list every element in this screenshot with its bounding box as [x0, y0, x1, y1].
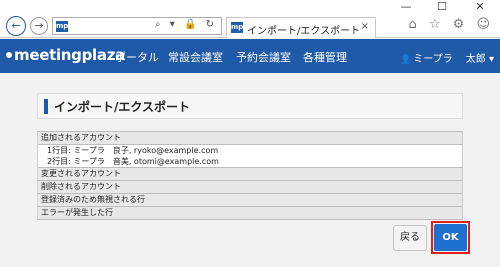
section-ignored-rows: 登録済みのため無視される行 — [37, 194, 463, 207]
nav-permanent-rooms[interactable]: 常設会議室 — [168, 49, 223, 65]
window-titlebar: — ☐ ✕ — [0, 0, 500, 14]
app-navbar: meetingplaza ポータル 常設会議室 予約会議室 各種管理 👤 ミープラ… — [0, 39, 500, 73]
tab-favicon: mp — [231, 22, 244, 33]
site-favicon: mp — [56, 21, 69, 32]
tab-close-icon[interactable]: × — [361, 21, 369, 32]
user-dropdown[interactable]: 太郎 ▾ — [466, 54, 494, 65]
nav-reserved-rooms[interactable]: 予約会議室 — [236, 49, 291, 65]
address-bar-icons[interactable]: ⌕ ▾ 🔒 ↻ — [155, 19, 217, 30]
maximize-button[interactable]: ☐ — [428, 0, 456, 14]
browser-tab[interactable]: mp インポート/エクスポート × — [226, 17, 376, 38]
meetingplaza-logo[interactable]: meetingplaza — [6, 46, 125, 64]
forward-arrow-icon[interactable]: → — [30, 17, 48, 35]
heading-accent-bar — [44, 99, 48, 114]
minimize-button[interactable]: — — [392, 0, 420, 14]
logo-text: meetingplaza — [14, 46, 125, 64]
page-title: インポート/エクスポート — [54, 100, 191, 114]
user-icon: 👤 — [399, 55, 412, 65]
page-heading: インポート/エクスポート — [37, 93, 463, 119]
nav-portal[interactable]: ポータル — [115, 49, 159, 65]
close-window-button[interactable]: ✕ — [466, 0, 494, 14]
section-deleted-accounts: 削除されるアカウント — [37, 181, 463, 194]
nav-management[interactable]: 各種管理 — [303, 49, 347, 65]
back-button[interactable]: 戻る — [393, 225, 427, 251]
address-bar[interactable]: mp ⌕ ▾ 🔒 ↻ — [52, 17, 222, 35]
section-added-accounts: 追加されるアカウント — [37, 132, 463, 145]
import-result-list: 追加されるアカウント 1行目: ミープラ 良子, ryoko@example.c… — [37, 131, 463, 220]
tab-title: インポート/エクスポート — [247, 26, 361, 37]
ok-button[interactable]: OK — [434, 224, 467, 251]
list-item: 1行目: ミープラ 良子, ryoko@example.com — [37, 145, 463, 156]
user-menu[interactable]: 👤 ミープラ 太郎 ▾ — [400, 50, 494, 65]
list-item: 2行目: ミープラ 音美, otomi@example.com — [37, 156, 463, 168]
user-name: ミープラ — [413, 54, 453, 65]
section-error-rows: エラーが発生した行 — [37, 207, 463, 220]
logo-mark-icon — [6, 52, 12, 58]
back-arrow-icon[interactable]: ← — [6, 16, 26, 36]
browser-toolbar-icons[interactable]: ⌂ ☆ ⚙ ☺ — [408, 17, 494, 32]
browser-toolbar: ← → mp ⌕ ▾ 🔒 ↻ mp インポート/エクスポート × ⌂ ☆ ⚙ ☺ — [0, 14, 500, 38]
section-changed-accounts: 変更されるアカウント — [37, 168, 463, 181]
